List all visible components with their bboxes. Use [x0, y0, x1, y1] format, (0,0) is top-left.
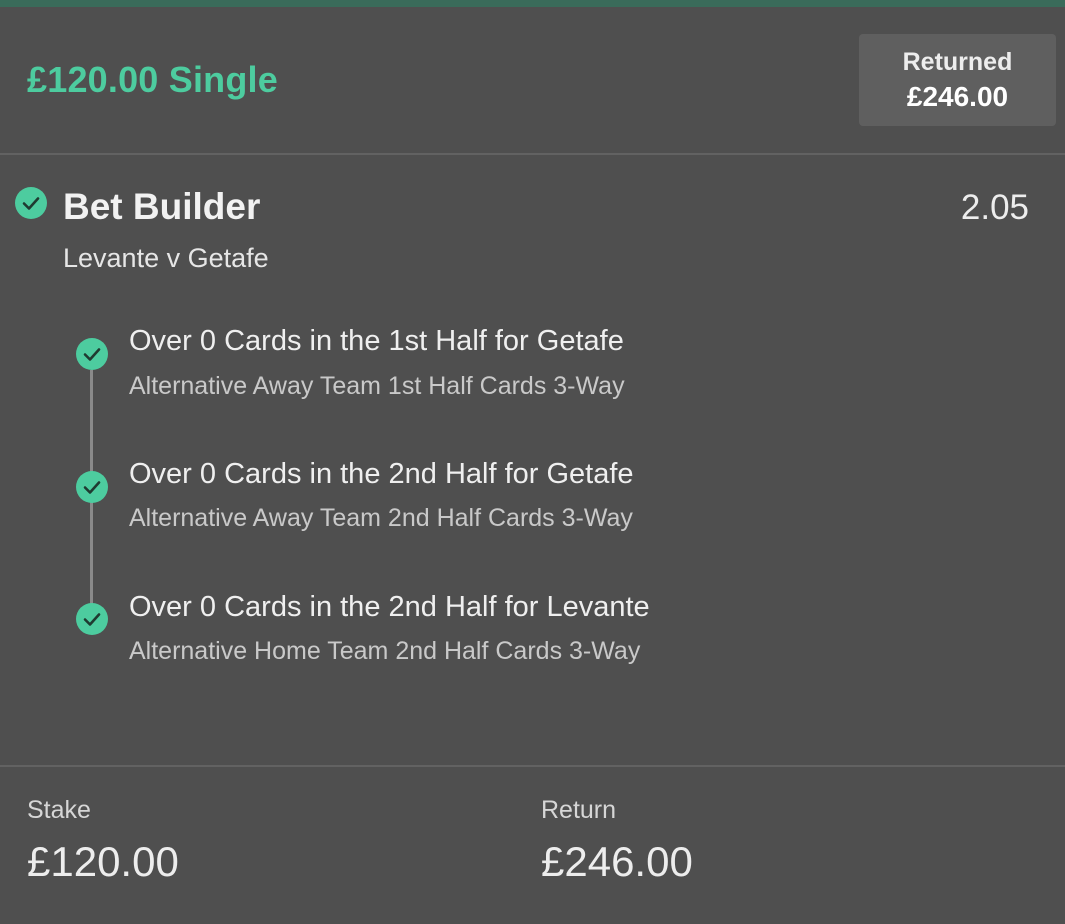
check-circle-icon — [76, 338, 108, 370]
returned-label: Returned — [902, 48, 1013, 76]
header-divider — [0, 153, 1065, 155]
check-circle-icon — [15, 187, 47, 219]
check-circle-icon — [76, 471, 108, 503]
selection-title: Over 0 Cards in the 2nd Half for Getafe — [129, 458, 634, 490]
return-label: Return — [541, 796, 617, 824]
selection-market: Alternative Away Team 1st Half Cards 3-W… — [129, 372, 625, 400]
selection-market: Alternative Away Team 2nd Half Cards 3-W… — [129, 504, 633, 532]
stake-label: Stake — [27, 796, 91, 824]
returned-badge: Returned £246.00 — [859, 34, 1056, 126]
stake-value: £120.00 — [27, 838, 179, 885]
top-accent-bar — [0, 0, 1065, 7]
match-name: Levante v Getafe — [63, 243, 269, 273]
footer-divider — [0, 765, 1065, 767]
bet-builder-odds: 2.05 — [960, 188, 1029, 227]
returned-value: £246.00 — [906, 81, 1009, 112]
bet-header: £120.00 Single Returned £246.00 — [0, 7, 1065, 153]
selection-market: Alternative Home Team 2nd Half Cards 3-W… — [129, 637, 641, 665]
check-circle-icon — [76, 603, 108, 635]
bet-title: £120.00 Single — [27, 59, 278, 100]
selection-title: Over 0 Cards in the 1st Half for Getafe — [129, 325, 624, 357]
bet-builder-title: Bet Builder — [63, 186, 261, 227]
return-value: £246.00 — [541, 838, 693, 885]
selection-title: Over 0 Cards in the 2nd Half for Levante — [129, 591, 650, 623]
